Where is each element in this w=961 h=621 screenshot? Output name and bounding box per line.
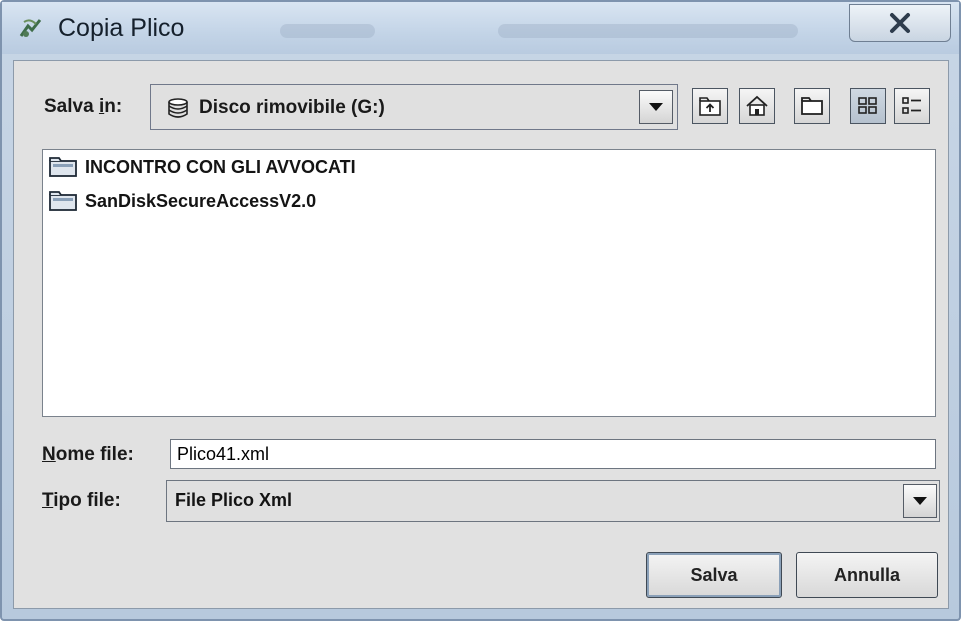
home-button[interactable]: [739, 88, 775, 124]
title-bar[interactable]: Copia Plico: [2, 2, 959, 54]
window-title: Copia Plico: [58, 14, 185, 42]
file-name: INCONTRO CON GLI AVVOCATI: [85, 156, 356, 177]
list-item[interactable]: SanDiskSecureAccessV2.0: [49, 188, 316, 214]
details-view-icon: [902, 97, 921, 114]
list-view-icon: [858, 97, 877, 114]
save-in-combo[interactable]: Disco rimovibile (G:): [150, 84, 678, 130]
blurred-title-segment: [280, 24, 375, 38]
filename-label: Nome file:: [42, 444, 134, 465]
details-view-button[interactable]: [894, 88, 930, 124]
file-name: SanDiskSecureAccessV2.0: [85, 190, 317, 211]
close-button[interactable]: [849, 4, 951, 42]
new-folder-icon: [801, 97, 823, 115]
folder-icon: [49, 191, 77, 211]
chevron-down-icon: [913, 497, 927, 505]
filetype-label: Tipo file:: [42, 490, 121, 511]
up-one-level-icon: [699, 97, 721, 116]
up-one-level-button[interactable]: [692, 88, 728, 124]
app-icon: [19, 19, 42, 37]
close-icon: [890, 13, 910, 33]
save-button[interactable]: Salva: [646, 552, 782, 598]
save-dialog: Copia Plico Salva in: Disco rimovibile (…: [0, 0, 961, 621]
disk-icon: [168, 98, 188, 118]
blurred-title-segment: [498, 24, 798, 38]
cancel-button[interactable]: Annulla: [796, 552, 938, 598]
home-icon: [746, 95, 768, 116]
filetype-dropdown-button[interactable]: [903, 484, 937, 518]
filetype-value: File Plico Xml: [175, 490, 293, 510]
list-view-button[interactable]: [850, 88, 886, 124]
chevron-down-icon: [649, 103, 663, 111]
filetype-combo[interactable]: File Plico Xml: [166, 480, 940, 522]
new-folder-button[interactable]: [794, 88, 830, 124]
folder-icon: [49, 157, 77, 177]
dialog-content: Salva in: Disco rimovibile (G:) INCONTRO…: [13, 60, 949, 609]
list-item[interactable]: INCONTRO CON GLI AVVOCATI: [49, 154, 356, 180]
save-in-dropdown-button[interactable]: [639, 90, 673, 124]
save-in-label: Salva in:: [44, 96, 123, 117]
save-in-value: Disco rimovibile (G:): [199, 97, 385, 118]
filename-field[interactable]: [170, 439, 936, 469]
file-list[interactable]: INCONTRO CON GLI AVVOCATI SanDiskSecureA…: [42, 149, 936, 417]
filename-input[interactable]: [171, 440, 935, 468]
